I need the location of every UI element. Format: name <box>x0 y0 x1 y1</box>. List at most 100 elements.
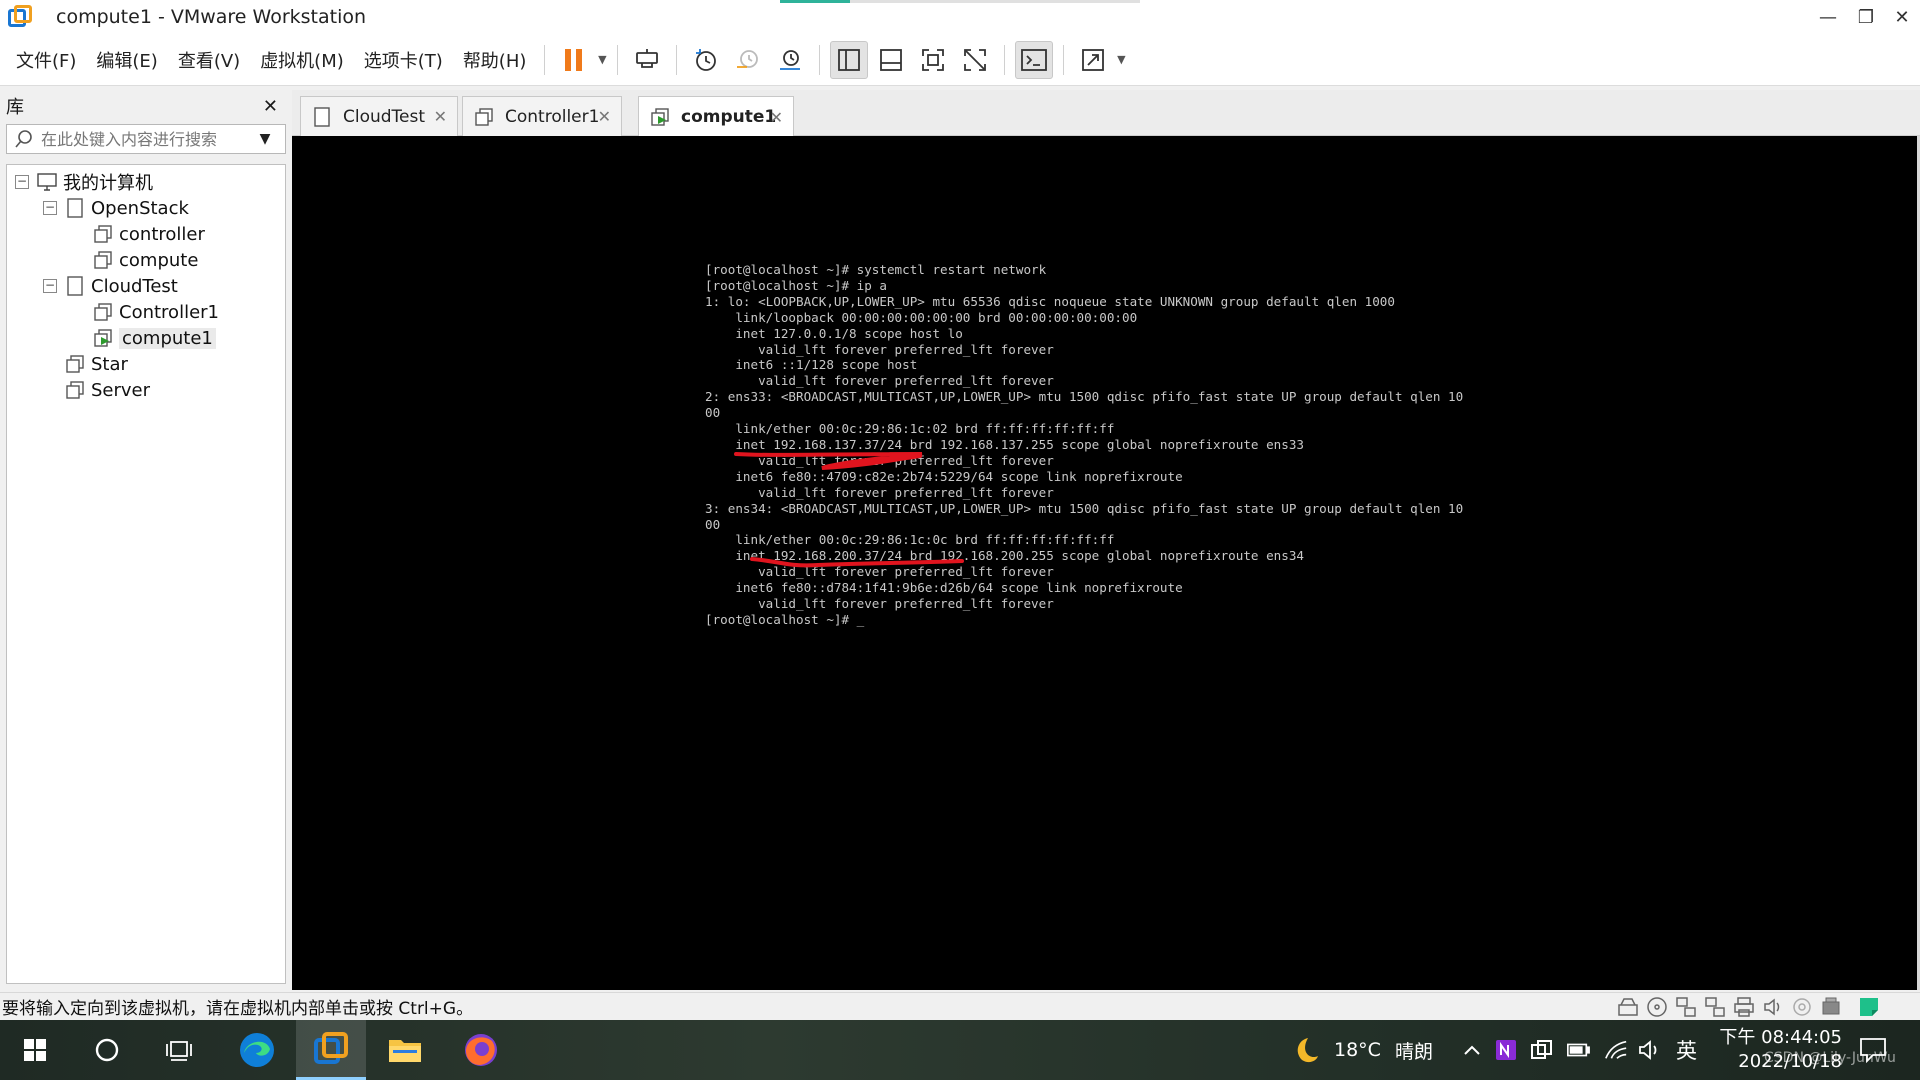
show-library-button[interactable] <box>830 40 869 79</box>
terminal-line: [root@localhost ~]# ip a <box>705 277 887 293</box>
library-search-input[interactable] <box>41 129 251 149</box>
message-log-icon[interactable] <box>1858 996 1880 1018</box>
close-window-button[interactable]: ✕ <box>1882 0 1920 34</box>
menu-file[interactable]: 文件(F) <box>6 34 86 86</box>
firefox-taskbar-button[interactable] <box>448 1020 514 1080</box>
show-library-icon <box>838 48 861 71</box>
terminal-line: inet6 ::1/128 scope host <box>705 357 918 373</box>
terminal-line: [root@localhost ~]# _ <box>705 611 865 627</box>
title-bar: compute1 - VMware Workstation — ❐ ✕ <box>0 0 1920 34</box>
library-title: 库 <box>6 97 24 118</box>
menu-vm[interactable]: 虚拟机(M) <box>250 34 354 86</box>
input-method-indicator[interactable]: 英 <box>1676 1020 1697 1080</box>
console-view-button[interactable] <box>1015 40 1054 79</box>
show-hidden-icons-button[interactable] <box>1460 1038 1484 1062</box>
tab-close-icon[interactable]: ✕ <box>770 108 783 127</box>
tree-item-my-computer[interactable]: − 我的计算机 <box>7 169 285 195</box>
restore-button[interactable]: ❐ <box>1846 0 1886 34</box>
usb-icon[interactable] <box>1791 996 1813 1018</box>
vmware-taskbar-button[interactable] <box>296 1020 366 1080</box>
tree-item-compute[interactable]: compute <box>7 247 285 273</box>
snapshot-button[interactable] <box>687 41 725 79</box>
cd-drive-icon[interactable] <box>1646 996 1668 1018</box>
pause-button[interactable] <box>555 41 593 79</box>
folder-icon <box>389 1040 421 1062</box>
tab-cloudtest[interactable]: CloudTest ✕ <box>300 96 458 136</box>
terminal-line: valid_lft forever preferred_lft forever <box>705 373 1054 389</box>
stretch-guest-button[interactable] <box>1074 41 1112 79</box>
collapse-icon[interactable]: − <box>43 279 57 293</box>
folder-icon <box>311 106 333 128</box>
pause-dropdown[interactable]: ▼ <box>595 41 609 79</box>
start-button[interactable] <box>2 1020 68 1080</box>
edge-taskbar-button[interactable] <box>224 1020 290 1080</box>
menu-help[interactable]: 帮助(H) <box>453 34 537 86</box>
terminal-line: inet6 fe80::d784:1f41:9b6e:d26b/64 scope… <box>705 580 1183 596</box>
collapse-icon[interactable]: − <box>15 175 29 189</box>
tree-item-compute1[interactable]: compute1 <box>7 325 285 351</box>
file-explorer-taskbar-button[interactable] <box>372 1020 438 1080</box>
tree-label: compute1 <box>119 327 216 349</box>
network-adapter-icon[interactable] <box>1675 996 1697 1018</box>
search-dropdown-icon[interactable]: ▼ <box>251 131 279 147</box>
terminal-line: inet6 fe80::4709:c82e:2b74:5229/64 scope… <box>705 468 1183 484</box>
terminal-line: inet 192.168.200.37/24 brd 192.168.200.2… <box>705 548 1304 564</box>
weather-widget[interactable]: 18°C 晴朗 <box>1334 1020 1433 1080</box>
printer-icon[interactable] <box>1733 996 1755 1018</box>
send-ctrl-alt-del-button[interactable] <box>628 41 666 79</box>
tree-item-controller1[interactable]: Controller1 <box>7 299 285 325</box>
menu-edit[interactable]: 编辑(E) <box>86 34 167 86</box>
minimize-button[interactable]: — <box>1808 0 1848 34</box>
tree-label: Controller1 <box>119 301 219 323</box>
full-screen-button[interactable] <box>914 41 952 79</box>
weather-moon-icon[interactable] <box>1288 1034 1320 1066</box>
terminal-line: valid_lft forever preferred_lft forever <box>705 596 1054 612</box>
tree-label: Server <box>91 379 151 401</box>
tab-label: Controller1 <box>505 106 600 127</box>
toolbar-separator <box>544 44 546 75</box>
tree-item-cloudtest[interactable]: − CloudTest <box>7 273 285 299</box>
full-screen-icon <box>922 48 945 71</box>
tab-controller1[interactable]: Controller1 ✕ <box>462 96 622 136</box>
revert-snapshot-button[interactable] <box>729 41 767 79</box>
status-bar: 要将输入定向到该虚拟机，请在虚拟机内部单击或按 Ctrl+G。 <box>0 992 1920 1020</box>
tree-item-server[interactable]: Server <box>7 377 285 403</box>
volume-icon[interactable] <box>1638 1038 1662 1062</box>
tab-close-icon[interactable]: ✕ <box>598 107 611 126</box>
snapshot-icon <box>696 48 717 71</box>
battery-icon[interactable] <box>1566 1038 1590 1062</box>
weather-desc: 晴朗 <box>1394 1040 1433 1063</box>
stretch-dropdown[interactable]: ▼ <box>1114 41 1128 79</box>
tab-close-icon[interactable]: ✕ <box>434 107 447 126</box>
window-title: compute1 - VMware Workstation <box>56 6 367 28</box>
wifi-icon[interactable] <box>1604 1038 1628 1062</box>
hard-disk-icon[interactable] <box>1617 996 1639 1018</box>
vm-icon <box>473 106 495 128</box>
library-close-button[interactable]: ✕ <box>263 96 278 117</box>
chevron-down-icon: ▼ <box>598 53 607 66</box>
toolbar-separator <box>617 44 619 75</box>
snapshot-manager-button[interactable] <box>771 41 809 79</box>
thumbnail-bar-button[interactable] <box>872 41 910 79</box>
tree-item-star[interactable]: Star <box>7 351 285 377</box>
unity-button[interactable] <box>956 41 994 79</box>
vmware-tray-icon[interactable] <box>1530 1038 1554 1062</box>
menu-tabs[interactable]: 选项卡(T) <box>354 34 453 86</box>
menu-view[interactable]: 查看(V) <box>168 34 250 86</box>
send-ctrl-alt-del-icon <box>636 48 659 68</box>
search-button[interactable] <box>74 1020 140 1080</box>
vm-console[interactable]: [root@localhost ~]# systemctl restart ne… <box>292 136 1920 990</box>
tree-item-controller[interactable]: controller <box>7 221 285 247</box>
terminal-output: [root@localhost ~]# systemctl restart ne… <box>705 262 1463 628</box>
tab-compute1[interactable]: compute1 ✕ <box>638 96 794 137</box>
onenote-tray-icon[interactable] <box>1494 1038 1518 1062</box>
terminal-line: 3: ens34: <BROADCAST,MULTICAST,UP,LOWER_… <box>705 500 1464 516</box>
display-icon[interactable] <box>1820 996 1842 1018</box>
tree-item-openstack[interactable]: − OpenStack <box>7 195 285 221</box>
sound-icon[interactable] <box>1762 996 1784 1018</box>
windows-logo-icon <box>24 1039 46 1061</box>
collapse-icon[interactable]: − <box>43 201 57 215</box>
task-view-button[interactable] <box>146 1020 212 1080</box>
network-adapter-2-icon[interactable] <box>1704 996 1726 1018</box>
vm-tab-bar: CloudTest ✕ Controller1 ✕ compute1 ✕ <box>292 90 1920 137</box>
